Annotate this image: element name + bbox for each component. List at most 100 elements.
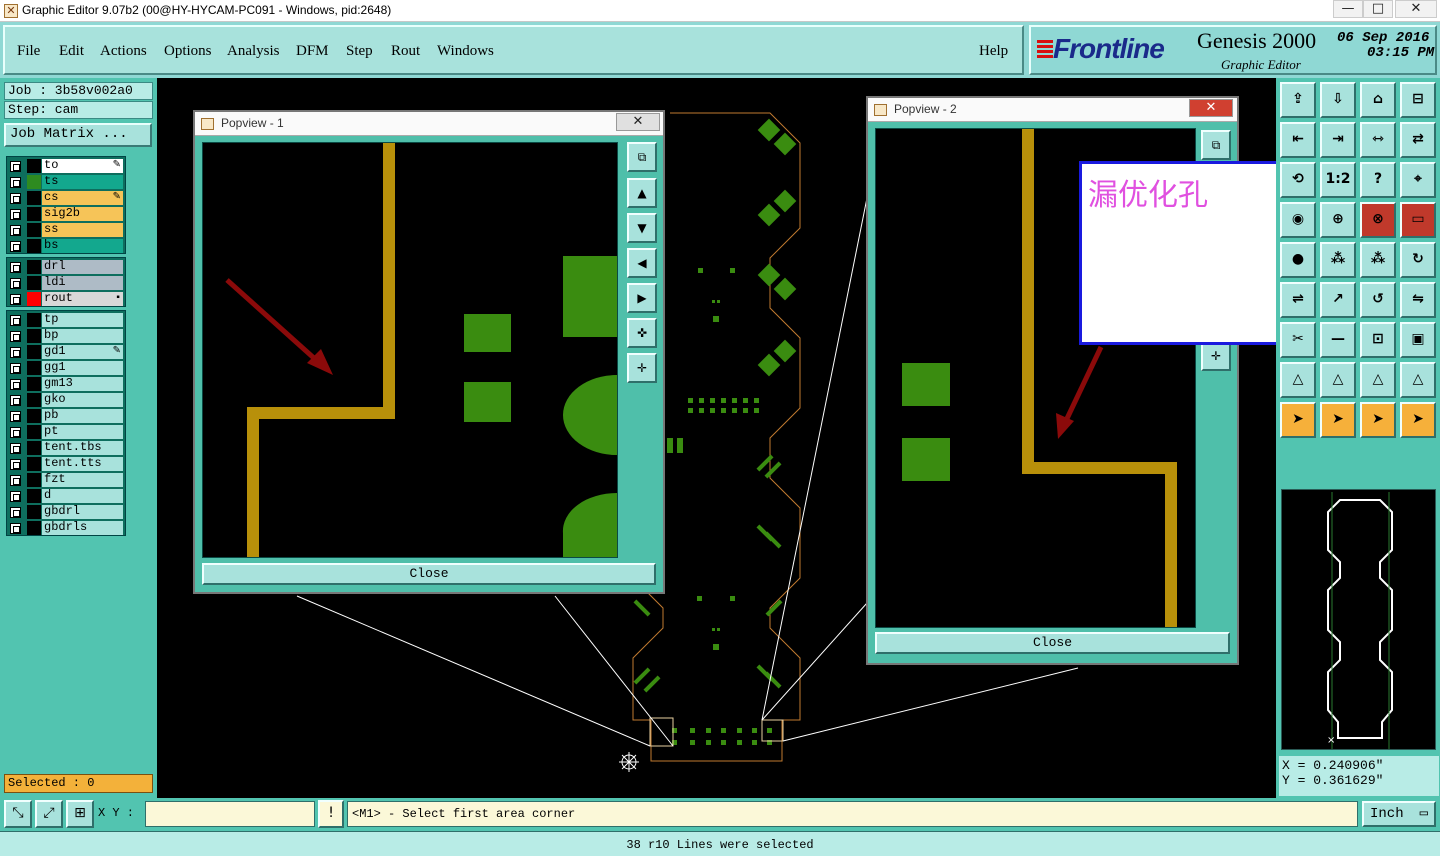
layer-color-swatch[interactable] bbox=[27, 473, 41, 487]
triangle-d-icon[interactable]: △ bbox=[1400, 362, 1436, 398]
snap-b-icon[interactable]: ⁂ bbox=[1360, 242, 1396, 278]
layer-row-ldi[interactable]: ldi bbox=[7, 275, 125, 291]
layer-name[interactable]: gbdrls bbox=[42, 521, 123, 535]
layer-checkbox[interactable] bbox=[10, 294, 21, 305]
cursor-a-icon[interactable]: ➤ bbox=[1280, 402, 1316, 438]
mirror-icon[interactable]: ⇋ bbox=[1400, 282, 1436, 318]
layer-name[interactable]: pt bbox=[42, 425, 123, 439]
menu-edit[interactable]: Edit bbox=[59, 43, 84, 60]
layer-color-swatch[interactable] bbox=[27, 393, 41, 407]
layer-color-swatch[interactable] bbox=[27, 313, 41, 327]
menu-file[interactable]: File bbox=[17, 43, 40, 60]
layer-color-swatch[interactable] bbox=[27, 521, 41, 535]
group-icon[interactable]: ▣ bbox=[1400, 322, 1436, 358]
layer-color-swatch[interactable] bbox=[27, 489, 41, 503]
layers-a-icon[interactable]: ⊕ bbox=[1320, 202, 1356, 238]
layer-row-ts[interactable]: ts bbox=[7, 174, 125, 190]
zoom-box-icon[interactable]: ⊡ bbox=[1360, 322, 1396, 358]
popview-pan-right-button[interactable]: ▶ bbox=[627, 283, 657, 313]
layer-checkbox[interactable] bbox=[10, 193, 21, 204]
layer-checkbox[interactable] bbox=[10, 161, 21, 172]
layer-checkbox[interactable] bbox=[10, 209, 21, 220]
layer-name[interactable]: tent.tbs bbox=[42, 441, 123, 455]
layer-row-gbdrl[interactable]: gbdrl bbox=[7, 504, 125, 520]
layer-checkbox[interactable] bbox=[10, 241, 21, 252]
layer-color-swatch[interactable] bbox=[27, 239, 41, 253]
layer-color-swatch[interactable] bbox=[27, 361, 41, 375]
layer-name[interactable]: rout ▪ bbox=[42, 292, 123, 306]
zoom-home-icon[interactable]: ⇪ bbox=[1280, 82, 1316, 118]
popview-1-close-x[interactable]: ✕ bbox=[616, 113, 660, 131]
layer-row-cs[interactable]: cs ✎ bbox=[7, 190, 125, 206]
layer-checkbox[interactable] bbox=[10, 491, 21, 502]
layer-name[interactable]: bs bbox=[42, 239, 123, 253]
layer-row-sig2b[interactable]: sig2b bbox=[7, 206, 125, 222]
cut-icon[interactable]: ✂ bbox=[1280, 322, 1316, 358]
popview-pan-up-button[interactable]: ▲ bbox=[627, 178, 657, 208]
ratio-1-2-icon[interactable]: 1:2 bbox=[1320, 162, 1356, 198]
arc-icon[interactable]: ↻ bbox=[1400, 242, 1436, 278]
layer-checkbox[interactable] bbox=[10, 443, 21, 454]
layer-checkbox[interactable] bbox=[10, 523, 21, 534]
layer-checkbox[interactable] bbox=[10, 278, 21, 289]
layer-row-gm13[interactable]: gm13 bbox=[7, 376, 125, 392]
exclamation-button[interactable]: ! bbox=[318, 800, 344, 828]
layer-name[interactable]: gg1 bbox=[42, 361, 123, 375]
units-selector[interactable]: Inch ▭ bbox=[1362, 801, 1436, 827]
layer-row-tent-tts[interactable]: tent.tts bbox=[7, 456, 125, 472]
layer-name[interactable]: fzt bbox=[42, 473, 123, 487]
board-minimap[interactable]: × bbox=[1281, 489, 1436, 750]
layer-color-swatch[interactable] bbox=[27, 292, 41, 306]
layer-color-swatch[interactable] bbox=[27, 159, 41, 173]
menu-dfm[interactable]: DFM bbox=[296, 43, 329, 60]
layer-name[interactable]: tent.tts bbox=[42, 457, 123, 471]
layer-name[interactable]: cs ✎ bbox=[42, 191, 123, 205]
menu-windows[interactable]: Windows bbox=[437, 43, 494, 60]
popview-2-close-button[interactable]: Close bbox=[875, 632, 1230, 654]
layer-row-fzt[interactable]: fzt bbox=[7, 472, 125, 488]
layer-checkbox[interactable] bbox=[10, 331, 21, 342]
layer-color-swatch[interactable] bbox=[27, 409, 41, 423]
menu-help[interactable]: Help bbox=[979, 43, 1008, 60]
layer-color-swatch[interactable] bbox=[27, 276, 41, 290]
popview-2-close-x[interactable]: ✕ bbox=[1189, 99, 1233, 117]
layer-row-bp[interactable]: bp bbox=[7, 328, 125, 344]
layer-row-pb[interactable]: pb bbox=[7, 408, 125, 424]
cursor-d-icon[interactable]: ➤ bbox=[1400, 402, 1436, 438]
drc-icon[interactable]: ◉ bbox=[1280, 202, 1316, 238]
layer-color-swatch[interactable] bbox=[27, 345, 41, 359]
triangle-a-icon[interactable]: △ bbox=[1280, 362, 1316, 398]
layer-checkbox[interactable] bbox=[10, 315, 21, 326]
layer-color-swatch[interactable] bbox=[27, 441, 41, 455]
triangle-b-icon[interactable]: △ bbox=[1320, 362, 1356, 398]
move-icon[interactable]: ↗ bbox=[1320, 282, 1356, 318]
popview-pan-down-button[interactable]: ▼ bbox=[627, 213, 657, 243]
layer-name[interactable]: gbdrl bbox=[42, 505, 123, 519]
layer-color-swatch[interactable] bbox=[27, 260, 41, 274]
layer-row-gko[interactable]: gko bbox=[7, 392, 125, 408]
undo-icon[interactable]: ↺ bbox=[1360, 282, 1396, 318]
menu-rout[interactable]: Rout bbox=[391, 43, 420, 60]
layers-b-icon[interactable]: ⊗ bbox=[1360, 202, 1396, 238]
layer-name[interactable]: pb bbox=[42, 409, 123, 423]
layer-color-swatch[interactable] bbox=[27, 207, 41, 221]
layer-checkbox[interactable] bbox=[10, 347, 21, 358]
menu-step[interactable]: Step bbox=[346, 43, 373, 60]
layer-name[interactable]: d bbox=[42, 489, 123, 503]
maximize-button[interactable]: □ bbox=[1363, 0, 1393, 18]
popview-zoom-out-button[interactable]: ✛ bbox=[1201, 341, 1231, 371]
popview-zoom-fit-button[interactable]: ⧉ bbox=[1201, 130, 1231, 160]
layer-row-to[interactable]: to ✎ bbox=[7, 158, 125, 174]
zoom-line-button[interactable]: ⤢ bbox=[35, 800, 63, 828]
layer-name[interactable]: ts bbox=[42, 175, 123, 189]
layer-checkbox[interactable] bbox=[10, 225, 21, 236]
layer-checkbox[interactable] bbox=[10, 427, 21, 438]
layer-row-ss[interactable]: ss bbox=[7, 222, 125, 238]
layer-checkbox[interactable] bbox=[10, 262, 21, 273]
layer-row-gg1[interactable]: gg1 bbox=[7, 360, 125, 376]
menu-options[interactable]: Options bbox=[164, 43, 212, 60]
layer-color-swatch[interactable] bbox=[27, 191, 41, 205]
layer-checkbox[interactable] bbox=[10, 177, 21, 188]
triangle-c-icon[interactable]: △ bbox=[1360, 362, 1396, 398]
job-matrix-button[interactable]: Job Matrix ... bbox=[4, 123, 152, 147]
